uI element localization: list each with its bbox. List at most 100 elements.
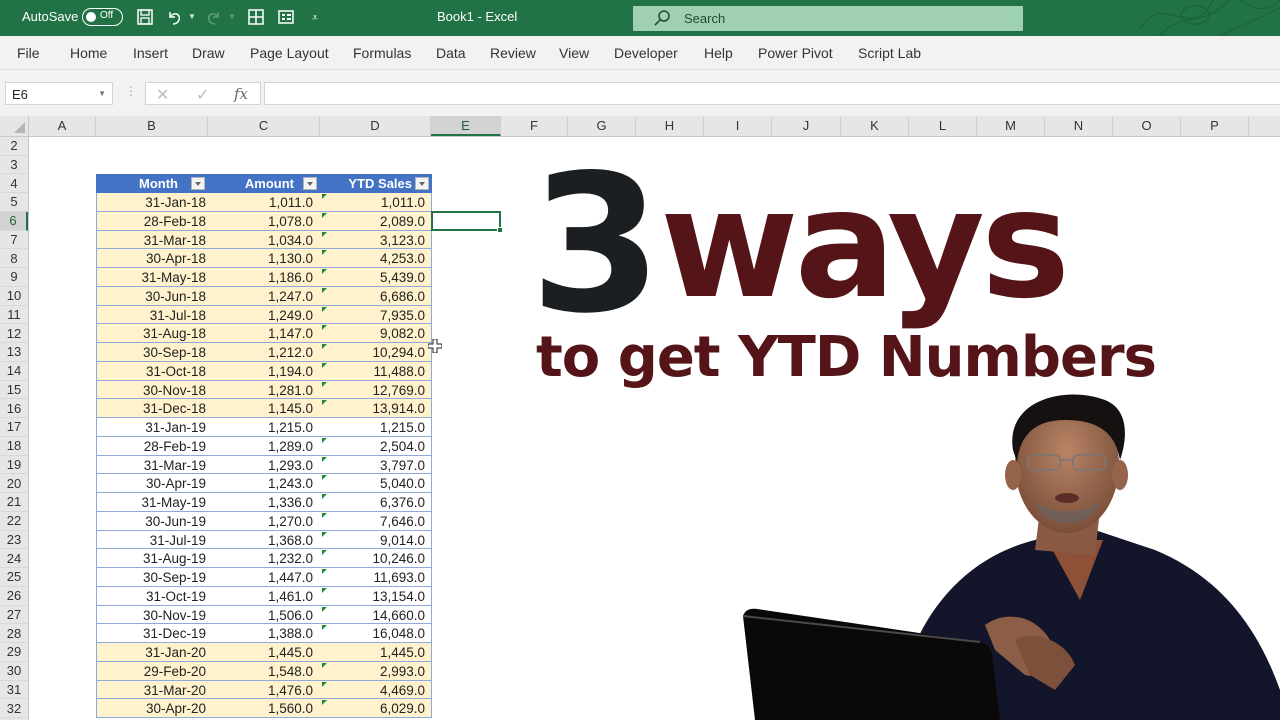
formula-warning-indicator-icon[interactable] [322, 250, 327, 256]
formula-warning-indicator-icon[interactable] [322, 550, 327, 556]
cell-amount[interactable]: 1,194.0 [209, 362, 313, 380]
row-header-15[interactable]: 15 [0, 381, 28, 400]
cell-ytd-sales[interactable]: 2,993.0 [321, 662, 425, 680]
column-header-c[interactable]: C [208, 116, 320, 136]
cell-ytd-sales[interactable]: 9,082.0 [321, 324, 425, 342]
column-header-g[interactable]: G [568, 116, 636, 136]
row-header-28[interactable]: 28 [0, 625, 28, 644]
cell-month[interactable]: 30-Apr-20 [97, 699, 206, 717]
cell-amount[interactable]: 1,447.0 [209, 568, 313, 586]
formula-warning-indicator-icon[interactable] [322, 606, 327, 612]
row-header-4[interactable]: 4 [0, 175, 28, 194]
cell-month[interactable]: 31-Oct-19 [97, 587, 206, 605]
column-header-o[interactable]: O [1113, 116, 1181, 136]
cell-month[interactable]: 30-Apr-18 [97, 249, 206, 267]
cell-amount[interactable]: 1,232.0 [209, 549, 313, 567]
row-header-10[interactable]: 10 [0, 287, 28, 306]
formula-warning-indicator-icon[interactable] [322, 569, 327, 574]
tab-draw[interactable]: Draw [192, 45, 225, 61]
cell-ytd-sales[interactable]: 16,048.0 [321, 624, 425, 642]
column-header-p[interactable]: P [1181, 116, 1249, 136]
cell-amount[interactable]: 1,368.0 [209, 531, 313, 549]
cell-month[interactable]: 31-Mar-18 [97, 231, 206, 249]
cell-month[interactable]: 31-Aug-19 [97, 549, 206, 567]
row-header-20[interactable]: 20 [0, 475, 28, 494]
cell-ytd-sales[interactable]: 6,376.0 [321, 493, 425, 511]
cell-month[interactable]: 31-Oct-18 [97, 362, 206, 380]
cell-month[interactable]: 30-Nov-19 [97, 606, 206, 624]
filter-ytd-sales-button[interactable] [415, 177, 429, 190]
row-header-2[interactable]: 2 [0, 137, 28, 156]
cell-ytd-sales[interactable]: 11,488.0 [321, 362, 425, 380]
cell-ytd-sales[interactable]: 6,029.0 [321, 699, 425, 717]
row-header-22[interactable]: 22 [0, 512, 28, 531]
filter-amount-button[interactable] [303, 177, 317, 190]
row-header-24[interactable]: 24 [0, 550, 28, 569]
cell-month[interactable]: 30-Jun-18 [97, 287, 206, 305]
formula-warning-indicator-icon[interactable] [322, 325, 327, 331]
cell-ytd-sales[interactable]: 6,686.0 [321, 287, 425, 305]
column-header-b[interactable]: B [96, 116, 208, 136]
formula-warning-indicator-icon[interactable] [322, 381, 327, 387]
cell-amount[interactable]: 1,289.0 [209, 437, 313, 455]
cell-ytd-sales[interactable]: 7,935.0 [321, 306, 425, 324]
cell-amount[interactable]: 1,215.0 [209, 418, 313, 436]
cell-month[interactable]: 31-Jan-19 [97, 418, 206, 436]
row-header-6[interactable]: 6 [0, 212, 28, 231]
row-header-30[interactable]: 30 [0, 662, 28, 681]
formula-warning-indicator-icon[interactable] [322, 700, 327, 706]
row-header-17[interactable]: 17 [0, 418, 28, 437]
formula-warning-indicator-icon[interactable] [322, 362, 327, 368]
formula-warning-indicator-icon[interactable] [322, 625, 327, 631]
formula-warning-indicator-icon[interactable] [322, 512, 327, 518]
cell-ytd-sales[interactable]: 3,123.0 [321, 231, 425, 249]
cell-ytd-sales[interactable]: 11,693.0 [321, 568, 425, 586]
cell-month[interactable]: 31-Dec-19 [97, 624, 206, 642]
row-header-12[interactable]: 12 [0, 325, 28, 344]
cell-ytd-sales[interactable]: 10,246.0 [321, 549, 425, 567]
formula-warning-indicator-icon[interactable] [322, 400, 327, 406]
row-header-25[interactable]: 25 [0, 568, 28, 587]
row-header-29[interactable]: 29 [0, 643, 28, 662]
filter-month-button[interactable] [191, 177, 205, 190]
cell-ytd-sales[interactable]: 10,294.0 [321, 343, 425, 361]
cell-month[interactable]: 31-May-18 [97, 268, 206, 286]
row-header-13[interactable]: 13 [0, 343, 28, 362]
row-header-32[interactable]: 32 [0, 700, 28, 719]
cell-ytd-sales[interactable]: 1,215.0 [321, 418, 425, 436]
tab-help[interactable]: Help [704, 45, 733, 61]
row-header-18[interactable]: 18 [0, 437, 28, 456]
column-header-i[interactable]: I [704, 116, 772, 136]
row-header-8[interactable]: 8 [0, 250, 28, 269]
formula-warning-indicator-icon[interactable] [322, 269, 327, 274]
row-header-5[interactable]: 5 [0, 193, 28, 212]
redo-icon[interactable] [203, 8, 223, 28]
cell-ytd-sales[interactable]: 5,439.0 [321, 268, 425, 286]
column-header-n[interactable]: N [1045, 116, 1113, 136]
cell-amount[interactable]: 1,145.0 [209, 399, 313, 417]
cell-amount[interactable]: 1,560.0 [209, 699, 313, 717]
name-box-dropdown-icon[interactable]: ▼ [98, 89, 106, 98]
row-header-3[interactable]: 3 [0, 156, 28, 175]
cell-ytd-sales[interactable]: 7,646.0 [321, 512, 425, 530]
formula-warning-indicator-icon[interactable] [322, 494, 327, 499]
cell-month[interactable]: 30-Sep-19 [97, 568, 206, 586]
cell-amount[interactable]: 1,293.0 [209, 456, 313, 474]
formula-warning-indicator-icon[interactable] [322, 437, 327, 443]
cell-month[interactable]: 31-Mar-20 [97, 681, 206, 699]
cell-amount[interactable]: 1,078.0 [209, 212, 313, 230]
column-header-m[interactable]: M [977, 116, 1045, 136]
tab-script-lab[interactable]: Script Lab [858, 45, 921, 61]
cell-amount[interactable]: 1,249.0 [209, 306, 313, 324]
cell-ytd-sales[interactable]: 14,660.0 [321, 606, 425, 624]
tab-data[interactable]: Data [436, 45, 466, 61]
cell-month[interactable]: 31-Aug-18 [97, 324, 206, 342]
cell-month[interactable]: 29-Feb-20 [97, 662, 206, 680]
cell-ytd-sales[interactable]: 1,011.0 [321, 193, 425, 211]
cancel-icon[interactable]: ✕ [156, 85, 169, 105]
cell-month[interactable]: 31-Jan-20 [97, 643, 206, 661]
cell-month[interactable]: 30-Sep-18 [97, 343, 206, 361]
save-icon[interactable] [135, 8, 155, 28]
redo-dropdown-icon[interactable]: ▼ [228, 12, 236, 21]
column-header-h[interactable]: H [636, 116, 704, 136]
